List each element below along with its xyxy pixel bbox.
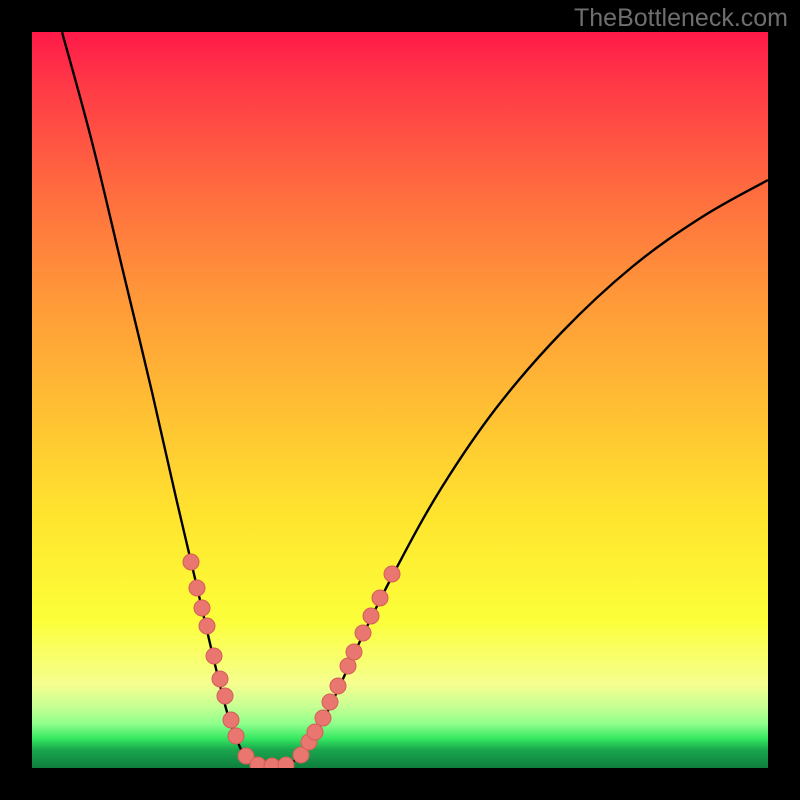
data-dot bbox=[363, 608, 379, 624]
data-dot bbox=[355, 625, 371, 641]
curve-group bbox=[62, 32, 768, 765]
data-dots-group bbox=[183, 554, 400, 768]
data-dot bbox=[189, 580, 205, 596]
data-dot bbox=[183, 554, 199, 570]
data-dot bbox=[346, 644, 362, 660]
watermark-text: TheBottleneck.com bbox=[574, 4, 788, 33]
curve-left bbox=[62, 32, 260, 765]
data-dot bbox=[278, 757, 294, 768]
data-dot bbox=[194, 600, 210, 616]
data-dot bbox=[330, 678, 346, 694]
chart-area bbox=[32, 32, 768, 768]
data-dot bbox=[228, 728, 244, 744]
data-dot bbox=[212, 671, 228, 687]
data-dot bbox=[199, 618, 215, 634]
bottleneck-curve-plot bbox=[32, 32, 768, 768]
data-dot bbox=[206, 648, 222, 664]
data-dot bbox=[307, 724, 323, 740]
curve-right bbox=[288, 180, 768, 765]
data-dot bbox=[372, 590, 388, 606]
data-dot bbox=[315, 710, 331, 726]
data-dot bbox=[264, 758, 280, 768]
data-dot bbox=[322, 694, 338, 710]
data-dot bbox=[384, 566, 400, 582]
data-dot bbox=[217, 688, 233, 704]
data-dot bbox=[223, 712, 239, 728]
